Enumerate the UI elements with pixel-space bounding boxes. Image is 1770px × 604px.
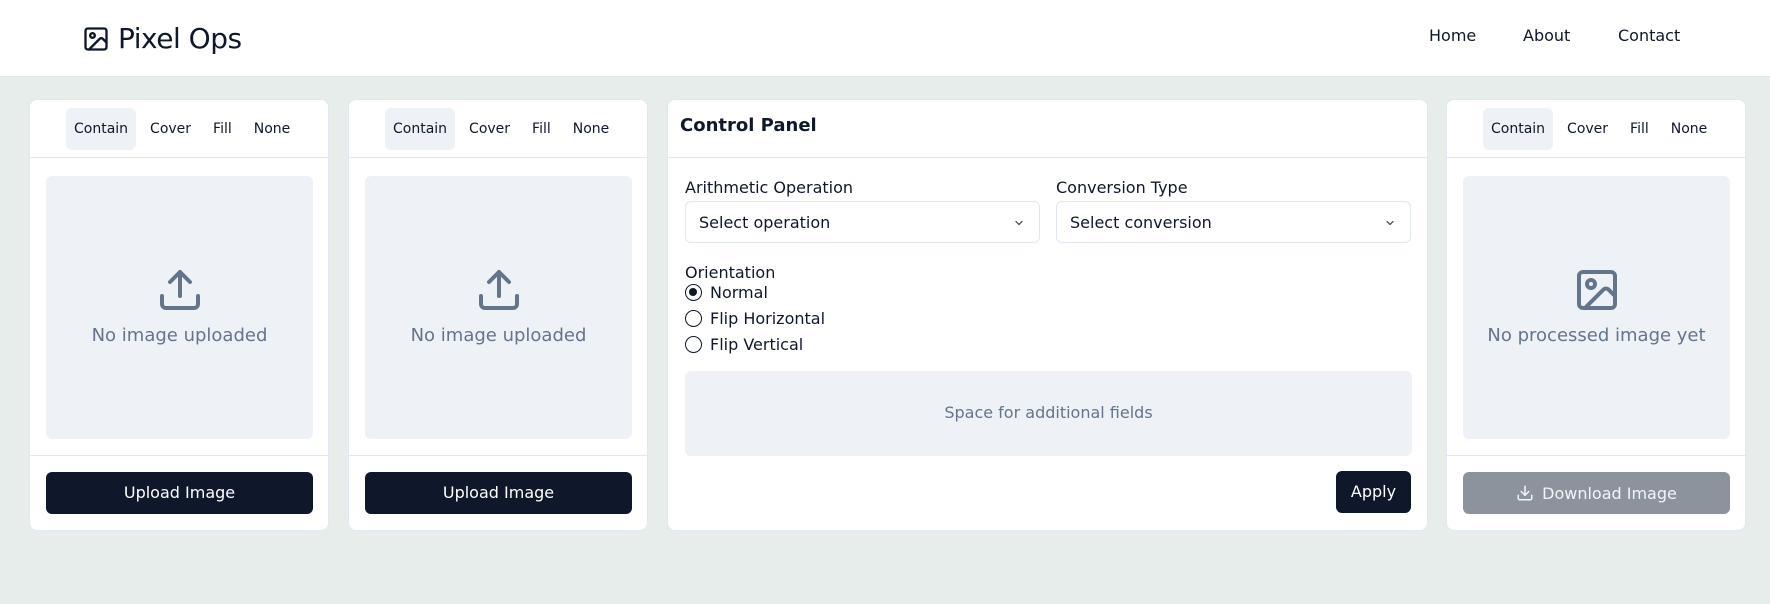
divider [668, 157, 1427, 158]
radio-normal[interactable]: Normal [685, 283, 768, 302]
empty-state-text: No processed image yet [1487, 325, 1706, 346]
output-preview-area: No processed image yet [1463, 176, 1730, 439]
tab-contain[interactable]: Contain [66, 108, 137, 150]
upload-icon [159, 270, 200, 310]
apply-button[interactable]: Apply [1336, 471, 1411, 513]
empty-state-text: No image uploaded [91, 325, 268, 346]
fit-tabs: Contain Cover Fill None [385, 108, 623, 150]
control-panel: Control Panel Arithmetic Operation Selec… [667, 99, 1428, 531]
radio-label: Flip Vertical [710, 335, 804, 354]
radio-button[interactable] [685, 310, 702, 327]
nav-link-contact[interactable]: Contact [1618, 26, 1680, 45]
brand-name: Pixel Ops [118, 22, 242, 55]
placeholder-text: Space for additional fields [944, 403, 1153, 422]
tab-contain[interactable]: Contain [1483, 108, 1554, 150]
tab-contain[interactable]: Contain [385, 108, 456, 150]
additional-fields-placeholder: Space for additional fields [685, 371, 1412, 456]
select-value: Select conversion [1070, 213, 1212, 232]
fit-tabs: Contain Cover Fill None [1483, 108, 1721, 150]
select-value: Select operation [699, 213, 831, 232]
tab-none[interactable]: None [565, 108, 618, 150]
tab-cover[interactable]: Cover [1559, 108, 1616, 150]
radio-label: Normal [710, 283, 768, 302]
control-panel-title: Control Panel [680, 115, 817, 136]
radio-flip-vertical[interactable]: Flip Vertical [685, 335, 803, 354]
empty-state-text: No image uploaded [410, 325, 587, 346]
input-image-panel-1: Contain Cover Fill None No image uploade… [29, 99, 329, 531]
radio-flip-horizontal[interactable]: Flip Horizontal [685, 309, 825, 328]
download-button-label: Download Image [1542, 483, 1677, 503]
image-preview-area[interactable]: No image uploaded [46, 176, 313, 439]
input-image-panel-2: Contain Cover Fill None No image uploade… [348, 99, 648, 531]
navbar: Pixel Ops Home About Contact [0, 0, 1770, 77]
tab-fill[interactable]: Fill [524, 108, 559, 150]
image-icon [84, 26, 108, 51]
divider [349, 157, 647, 158]
fit-tabs: Contain Cover Fill None [66, 108, 304, 150]
orientation-label: Orientation [685, 263, 776, 282]
chevron-down-icon [1386, 220, 1394, 226]
download-icon [1517, 485, 1533, 501]
tab-cover[interactable]: Cover [142, 108, 199, 150]
image-icon [1576, 270, 1617, 310]
tab-none[interactable]: None [246, 108, 299, 150]
divider [1447, 157, 1745, 158]
output-image-panel: Contain Cover Fill None No processed ima… [1446, 99, 1746, 531]
conversion-type-label: Conversion Type [1056, 178, 1188, 197]
arithmetic-operation-label: Arithmetic Operation [685, 178, 854, 197]
brand-logo[interactable]: Pixel Ops [82, 22, 242, 55]
radio-button[interactable] [685, 336, 702, 353]
tab-none[interactable]: None [1663, 108, 1716, 150]
image-preview-area[interactable]: No image uploaded [365, 176, 632, 439]
tab-cover[interactable]: Cover [461, 108, 518, 150]
divider [30, 455, 328, 456]
radio-label: Flip Horizontal [710, 309, 826, 328]
nav-link-home[interactable]: Home [1429, 26, 1476, 45]
download-image-button[interactable]: Download Image [1463, 472, 1730, 514]
upload-image-button[interactable]: Upload Image [46, 472, 313, 514]
arithmetic-operation-select[interactable]: Select operation [685, 201, 1040, 243]
upload-icon [478, 270, 519, 310]
chevron-down-icon [1015, 220, 1023, 226]
tab-fill[interactable]: Fill [1622, 108, 1657, 150]
nav-link-about[interactable]: About [1523, 26, 1570, 45]
radio-button[interactable] [685, 284, 702, 301]
divider [1447, 455, 1745, 456]
conversion-type-select[interactable]: Select conversion [1056, 201, 1411, 243]
tab-fill[interactable]: Fill [205, 108, 240, 150]
upload-image-button[interactable]: Upload Image [365, 472, 632, 514]
divider [30, 157, 328, 158]
divider [349, 455, 647, 456]
